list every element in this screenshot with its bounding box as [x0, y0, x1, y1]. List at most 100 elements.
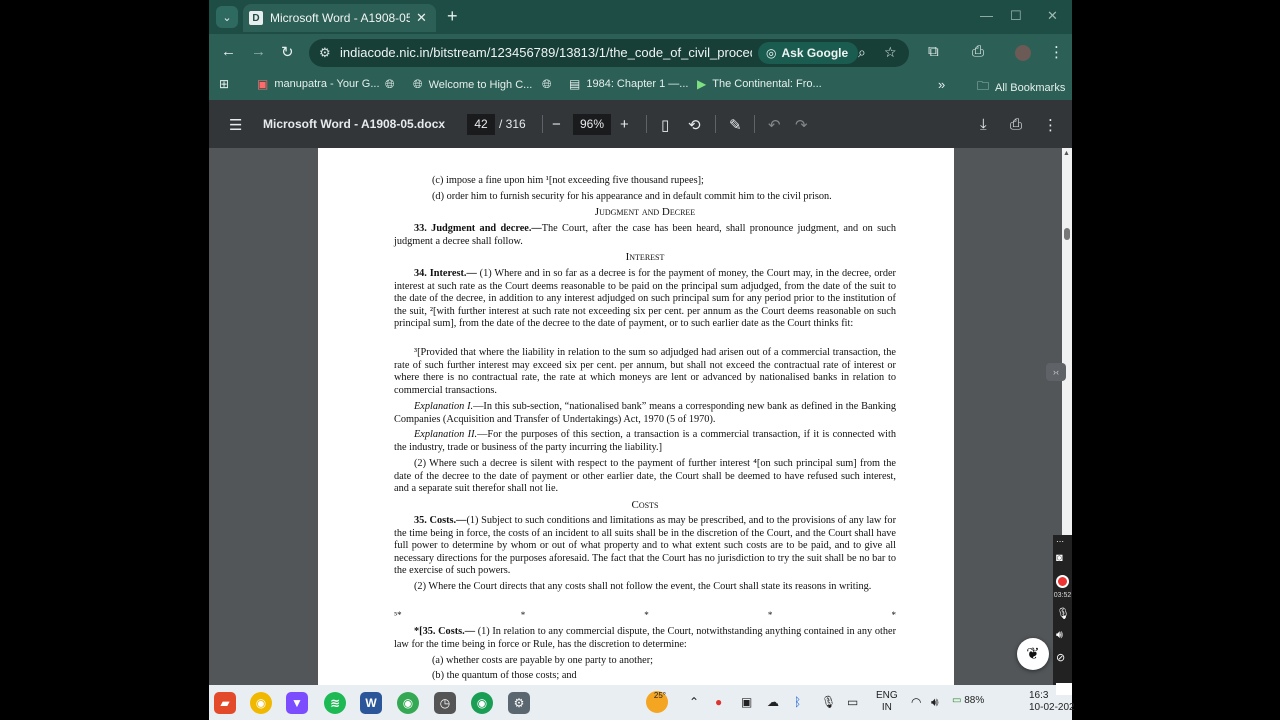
new-tab-plus-icon[interactable]: + — [447, 6, 458, 27]
chevron-up-icon[interactable]: ⌃ — [689, 695, 699, 709]
chrome-icon[interactable]: ◉ — [250, 692, 272, 714]
display-icon[interactable]: ▭ — [847, 695, 858, 709]
minimize-icon[interactable]: — — [980, 8, 993, 23]
play-icon: ▶ — [697, 77, 707, 91]
google-lens-icon: ◎ — [766, 46, 777, 60]
forward-arrow-icon[interactable]: → — [251, 43, 266, 60]
chrome-profile-icon[interactable]: ◉ — [397, 692, 419, 714]
all-bookmarks-label: All Bookmarks — [995, 81, 1066, 94]
proviso: ³[Provided that where the liability in r… — [394, 347, 896, 396]
input-language[interactable]: ENG IN — [876, 690, 898, 714]
rotate-icon[interactable]: ⟲ — [688, 116, 701, 134]
more-bookmarks-chevron-icon[interactable]: » — [938, 77, 945, 92]
document-favicon-icon: D — [249, 11, 263, 25]
window-close-icon[interactable]: ✕ — [1047, 8, 1058, 24]
chrome-profile-icon[interactable]: ◉ — [471, 692, 493, 714]
bookmark-item[interactable]: 🌐︎ — [542, 77, 558, 92]
clock-date: 10-02-202 — [1029, 702, 1075, 713]
profile-avatar[interactable] — [1015, 45, 1031, 61]
heading-interest: Interest — [625, 251, 665, 263]
redo-icon[interactable]: ↷ — [795, 116, 808, 134]
speaker-icon[interactable]: 🔊︎ — [1056, 629, 1063, 642]
section-34-2: (2) Where such a decree is silent with r… — [394, 458, 896, 495]
reload-icon[interactable]: ↻ — [281, 43, 294, 61]
toolbar-divider — [754, 115, 755, 133]
bluetooth-icon[interactable]: ᛒ — [794, 695, 801, 709]
chevron-down-icon: ⌄ — [222, 11, 232, 24]
download-icon[interactable]: ⤓ — [980, 116, 987, 133]
bookmark-item[interactable]: ▣ manupatra - Your G... — [257, 77, 380, 91]
print-icon[interactable]: ⎙ — [1010, 116, 1022, 133]
bookmark-item[interactable]: 🌐︎ Welcome to High C... — [413, 77, 532, 92]
page-number-input[interactable]: 42 — [467, 114, 495, 135]
spotify-icon[interactable]: ≋ — [324, 692, 346, 714]
side-panel-toggle-icon[interactable]: ›‹ — [1046, 363, 1066, 381]
all-bookmarks-button[interactable]: 🗀 All Bookmarks — [977, 77, 1065, 98]
zoom-out-minus-icon[interactable]: − — [552, 116, 561, 133]
tab-title: Microsoft Word - A1908-05.docx — [270, 11, 410, 25]
section-35-new: *[35. Costs.— (1) In relation to any com… — [394, 626, 896, 651]
apps-grid-icon[interactable]: ⊞ — [219, 77, 235, 91]
bookmark-item[interactable]: 🌐︎ — [385, 77, 401, 92]
section-35-new-heading: *[35. Costs.— — [414, 626, 476, 637]
tab-active[interactable]: D Microsoft Word - A1908-05.docx ✕ — [243, 4, 436, 32]
word-icon[interactable]: W — [360, 692, 382, 714]
extensions-icon[interactable]: ⧉ — [928, 43, 939, 60]
omission-mark: * — [891, 610, 896, 620]
fit-page-icon[interactable]: ▯ — [661, 116, 669, 134]
zoom-in-plus-icon[interactable]: + — [620, 116, 629, 133]
back-arrow-icon[interactable]: ← — [221, 43, 236, 60]
undo-icon[interactable]: ↶ — [768, 116, 781, 134]
paint-app-icon[interactable]: ▰ — [214, 692, 236, 714]
annotate-pen-icon[interactable]: ✎ — [729, 116, 742, 134]
zoom-magnifier-icon[interactable]: ⌕ — [858, 44, 866, 61]
tab-search-button[interactable]: ⌄ — [216, 6, 238, 28]
bookmark-label: The Continental: Fro... — [712, 78, 822, 90]
more-options-kebab-icon[interactable]: ⋮ — [1043, 116, 1058, 134]
hamburger-menu-icon[interactable]: ☰ — [229, 116, 242, 134]
toolbar-divider — [715, 115, 716, 133]
wifi-icon[interactable]: ◠ — [911, 695, 921, 709]
explanation-2: Explanation II.—For the purposes of this… — [394, 429, 896, 454]
menu-kebab-icon[interactable]: ⋮ — [1049, 43, 1064, 61]
heading-costs: Costs — [631, 499, 659, 511]
scrollbar-thumb[interactable] — [1064, 228, 1070, 240]
microphone-icon[interactable]: 🎙︎ — [1056, 607, 1070, 620]
webcam-off-icon[interactable]: ⊘ — [1056, 651, 1065, 664]
recorder-menu-icon[interactable]: ⋯ — [1056, 537, 1064, 546]
screen-recorder-panel: ⋯ ◙ 03:52 🎙︎ 🔊︎ ⊘ — [1053, 535, 1072, 685]
notification-tile[interactable] — [1056, 683, 1072, 695]
bookmark-item[interactable]: ▶ The Continental: Fro... — [697, 77, 822, 91]
weather-icon[interactable]: 25° — [646, 691, 668, 713]
pdf-viewer[interactable]: (c) impose a fine upon him ¹[not exceedi… — [209, 148, 1072, 688]
ask-google-button[interactable]: ◎ Ask Google — [758, 42, 859, 64]
windows-taskbar: ▰ ◉ ▼ ≋ W ◉ ◷ ◉ ⚙ 25° ⌃ ● ▣ ☁ ᛒ 🎙︎ ▭ ENG… — [209, 685, 1075, 720]
zoom-level-input[interactable]: 96% — [573, 114, 611, 135]
record-stop-icon[interactable] — [1056, 575, 1069, 588]
tray-app-icon[interactable]: ▣ — [741, 695, 752, 709]
vpn-app-icon[interactable]: ▼ — [286, 692, 308, 714]
bookmark-item[interactable]: ▤ 1984: Chapter 1 —... — [569, 77, 688, 91]
pdf-page: (c) impose a fine upon him ¹[not exceedi… — [318, 148, 954, 688]
address-bar[interactable]: ⚙ indiacode.nic.in/bitstream/123456789/1… — [309, 39, 909, 67]
settings-gear-icon[interactable]: ⚙ — [508, 692, 530, 714]
cloud-icon[interactable]: ☁ — [767, 695, 779, 709]
tray-app-icon[interactable]: ● — [715, 695, 722, 709]
print-icon[interactable]: ⎙ — [972, 43, 984, 60]
battery-status[interactable]: ▭ 88% — [952, 695, 984, 706]
volume-icon[interactable]: 🔊︎ — [931, 695, 939, 710]
bookmark-star-icon[interactable]: ☆ — [884, 44, 897, 61]
explanation-1-heading: Explanation I. — [414, 401, 474, 412]
clock-app-icon[interactable]: ◷ — [434, 692, 456, 714]
close-icon[interactable]: ✕ — [416, 10, 427, 26]
manupatra-icon: ▣ — [257, 77, 269, 91]
floating-plant-button-icon[interactable]: ❦ — [1017, 638, 1049, 670]
camera-icon[interactable]: ◙ — [1056, 552, 1063, 564]
site-info-icon[interactable]: ⚙ — [319, 45, 331, 61]
maximize-icon[interactable]: ☐ — [1010, 8, 1022, 24]
scroll-up-arrow-icon[interactable]: ▲ — [1063, 150, 1070, 157]
section-35-heading: 35. Costs.— — [414, 515, 467, 526]
microphone-icon[interactable]: 🎙︎ — [821, 695, 836, 709]
clause-a: (a) whether costs are payable by one par… — [432, 655, 654, 666]
explanation-1: Explanation I.—In this sub-section, “nat… — [394, 401, 896, 426]
